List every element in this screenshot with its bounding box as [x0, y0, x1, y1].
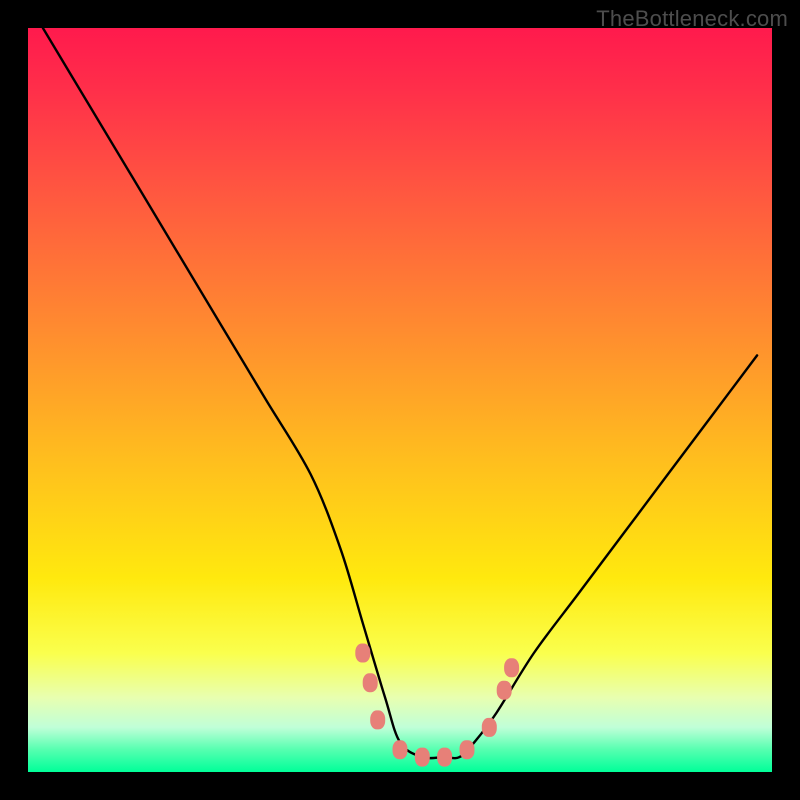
curve-markers	[356, 644, 519, 766]
curve-marker	[460, 741, 474, 759]
curve-marker	[497, 681, 511, 699]
curve-marker	[438, 748, 452, 766]
curve-marker	[356, 644, 370, 662]
plot-area	[28, 28, 772, 772]
curve-marker	[415, 748, 429, 766]
bottleneck-curve-path	[43, 28, 757, 758]
curve-marker	[371, 711, 385, 729]
curve-marker	[505, 659, 519, 677]
curve-marker	[363, 674, 377, 692]
chart-frame: TheBottleneck.com	[0, 0, 800, 800]
curve-marker	[393, 741, 407, 759]
bottleneck-curve-svg	[28, 28, 772, 772]
curve-marker	[482, 718, 496, 736]
